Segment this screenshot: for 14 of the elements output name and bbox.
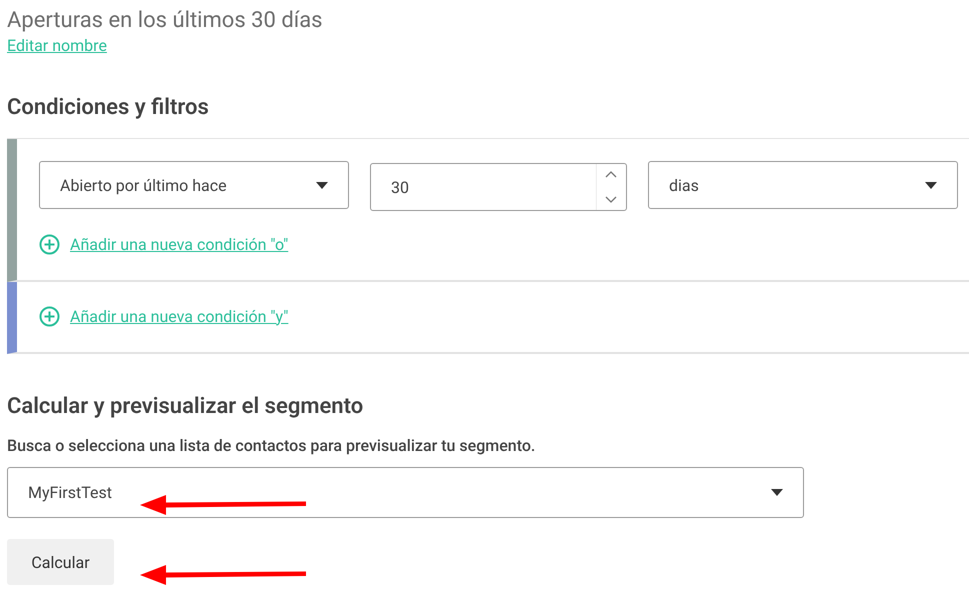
dropdown[interactable]: dias: [648, 161, 958, 209]
number-field[interactable]: 30: [370, 163, 627, 211]
dropdown[interactable]: Abierto por último hace: [39, 161, 349, 209]
add-icon: [39, 306, 60, 326]
caret-icon: [925, 182, 937, 188]
description: Busca o selecciona una lista de contactos para previsualizar tu segmento.: [7, 436, 536, 455]
add-icon: [39, 234, 60, 254]
section-heading: Condiciones y filtros: [7, 94, 210, 122]
list-dropdown[interactable]: MyFirstTest: [7, 467, 804, 518]
section-heading: Calcular y previsualizar el segmento: [7, 393, 364, 421]
caret-icon: [771, 489, 783, 496]
caret-icon: [316, 182, 328, 188]
calculate-button[interactable]: Calcular: [7, 539, 114, 585]
segment-title: Aperturas en los últimos 30 días: [7, 7, 324, 35]
